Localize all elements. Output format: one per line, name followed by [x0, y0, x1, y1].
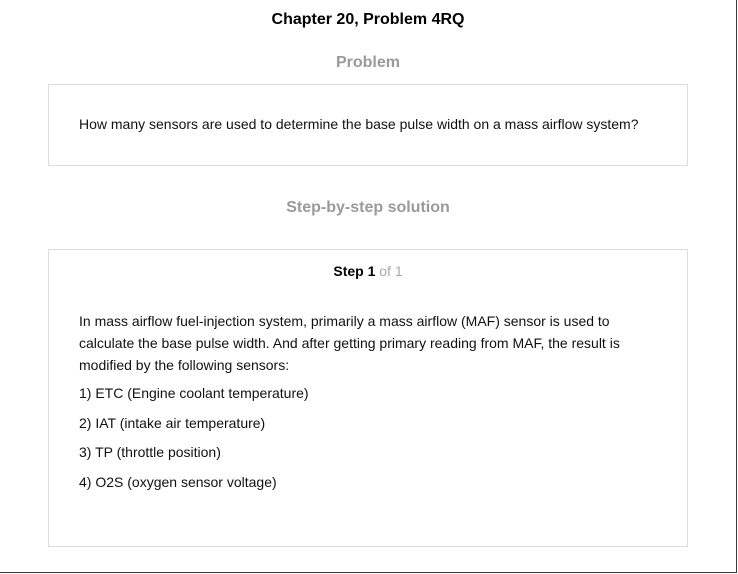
problem-text: How many sensors are used to determine t… — [79, 116, 639, 132]
problem-card: How many sensors are used to determine t… — [48, 84, 688, 166]
step-header: Step 1 of 1 — [49, 263, 687, 279]
sensor-item-o2s: 4) O2S (oxygen sensor voltage) — [79, 473, 277, 490]
solution-body: In mass airflow fuel-injection system, p… — [79, 310, 649, 500]
sensor-item-etc: 1) ETC (Engine coolant temperature) — [79, 385, 309, 401]
solution-paragraph: In mass airflow fuel-injection system, p… — [79, 313, 620, 373]
chapter-title: Chapter 20, Problem 4RQ — [271, 11, 465, 28]
sensor-item-iat: 2) IAT (intake air temperature) — [79, 414, 266, 431]
sensor-list: 1) ETC (Engine coolant temperature) 2) I… — [79, 382, 649, 493]
problem-heading: Problem — [335, 54, 400, 71]
solution-card: Step 1 of 1 In mass airflow fuel-injecti… — [48, 249, 688, 547]
sensor-item-tp: 3) TP (throttle position) — [79, 444, 221, 460]
step-count: of 1 — [379, 263, 403, 279]
step-label: Step 1 — [333, 263, 376, 279]
page: Chapter 20, Problem 4RQ Problem How many… — [0, 0, 737, 573]
solution-heading: Step-by-step solution — [286, 199, 450, 216]
